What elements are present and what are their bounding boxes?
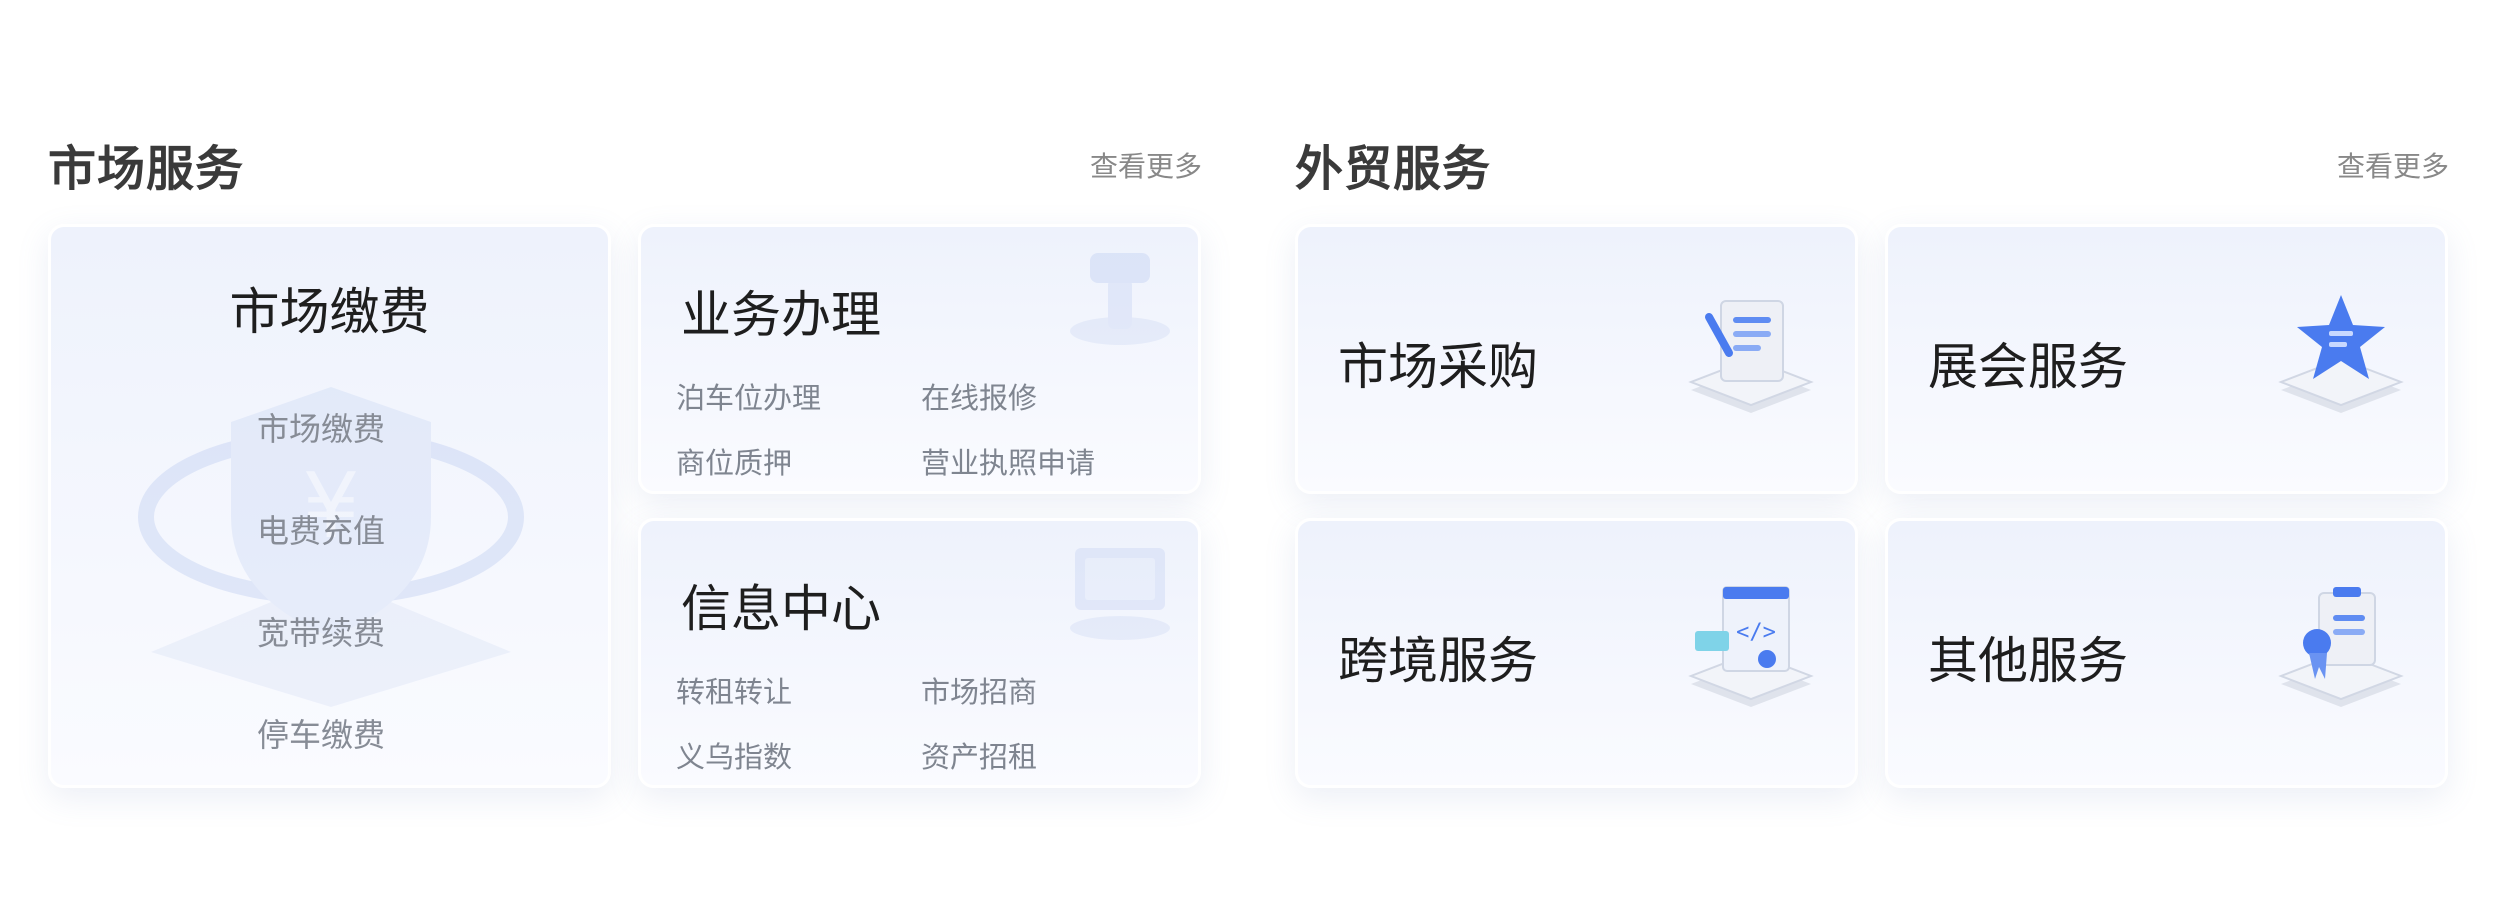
trade-card-purchase[interactable]: 市场采购 [1295, 224, 1858, 494]
svg-text:</>: </> [1736, 620, 1776, 645]
code-window-icon: </> [1688, 586, 1814, 707]
market-fee-card[interactable]: ¥ 市场缴费 市场缴费 电费充值 宽带续费 停车缴费 [48, 224, 611, 788]
trade-card-crossborder-title: 跨境服务 [1338, 632, 1538, 690]
business-link-online-repair[interactable]: 在线报修 [921, 375, 1037, 417]
hammer-stamp-icon [1070, 253, 1170, 345]
trade-services-more-link[interactable]: 查看更多 [2337, 145, 2449, 185]
business-card-title: 业务办理 [681, 286, 881, 344]
info-center-card[interactable]: 信息中心 转租转让 市场招商 义乌指数 资产招租 [638, 518, 1201, 788]
market-services-header: 市场服务 查看更多 [48, 125, 1202, 201]
document-pen-icon [1688, 300, 1814, 413]
trade-card-other-title: 其他服务 [1928, 632, 2128, 690]
fee-link-market-fee[interactable]: 市场缴费 [51, 404, 591, 450]
certificate-icon [2278, 587, 2404, 707]
business-card[interactable]: 业务办理 泊车位办理 在线报修 商位质押 营业执照申请 [638, 224, 1201, 494]
info-link-yiwu-index[interactable]: 义乌指数 [676, 734, 792, 776]
info-link-investment[interactable]: 市场招商 [921, 669, 1037, 711]
fee-link-broadband[interactable]: 宽带续费 [51, 608, 591, 654]
fee-link-electricity[interactable]: 电费充值 [51, 506, 591, 552]
info-center-card-title: 信息中心 [681, 580, 881, 638]
star-badge-icon [2278, 295, 2404, 413]
market-services-title: 市场服务 [48, 141, 245, 197]
trade-card-expo-title: 展会服务 [1928, 338, 2128, 396]
business-link-pledge[interactable]: 商位质押 [676, 440, 792, 482]
trade-services-section: 外贸服务 查看更多 市场采购 展会服务 跨境服务 </> 其他服务 [1295, 125, 2449, 788]
monitor-icon [1070, 548, 1170, 640]
trade-card-expo[interactable]: 展会服务 [1885, 224, 2448, 494]
trade-services-header: 外贸服务 查看更多 [1295, 125, 2449, 201]
business-link-parking-space[interactable]: 泊车位办理 [676, 375, 821, 417]
trade-services-title: 外贸服务 [1295, 141, 1492, 197]
business-link-license[interactable]: 营业执照申请 [921, 440, 1095, 482]
fee-link-parking[interactable]: 停车缴费 [51, 710, 591, 756]
info-link-sublease[interactable]: 转租转让 [676, 669, 792, 711]
market-fee-card-title: 市场缴费 [229, 283, 430, 341]
market-services-section: 市场服务 查看更多 ¥ 市场缴费 市场缴费 电费充值 宽带续费 停车缴费 业务办… [48, 125, 1202, 788]
trade-card-purchase-title: 市场采购 [1338, 338, 1538, 396]
trade-card-other[interactable]: 其他服务 [1885, 518, 2448, 788]
market-services-more-link[interactable]: 查看更多 [1090, 145, 1202, 185]
info-link-asset-lease[interactable]: 资产招租 [921, 734, 1037, 776]
trade-card-crossborder[interactable]: 跨境服务 </> [1295, 518, 1858, 788]
